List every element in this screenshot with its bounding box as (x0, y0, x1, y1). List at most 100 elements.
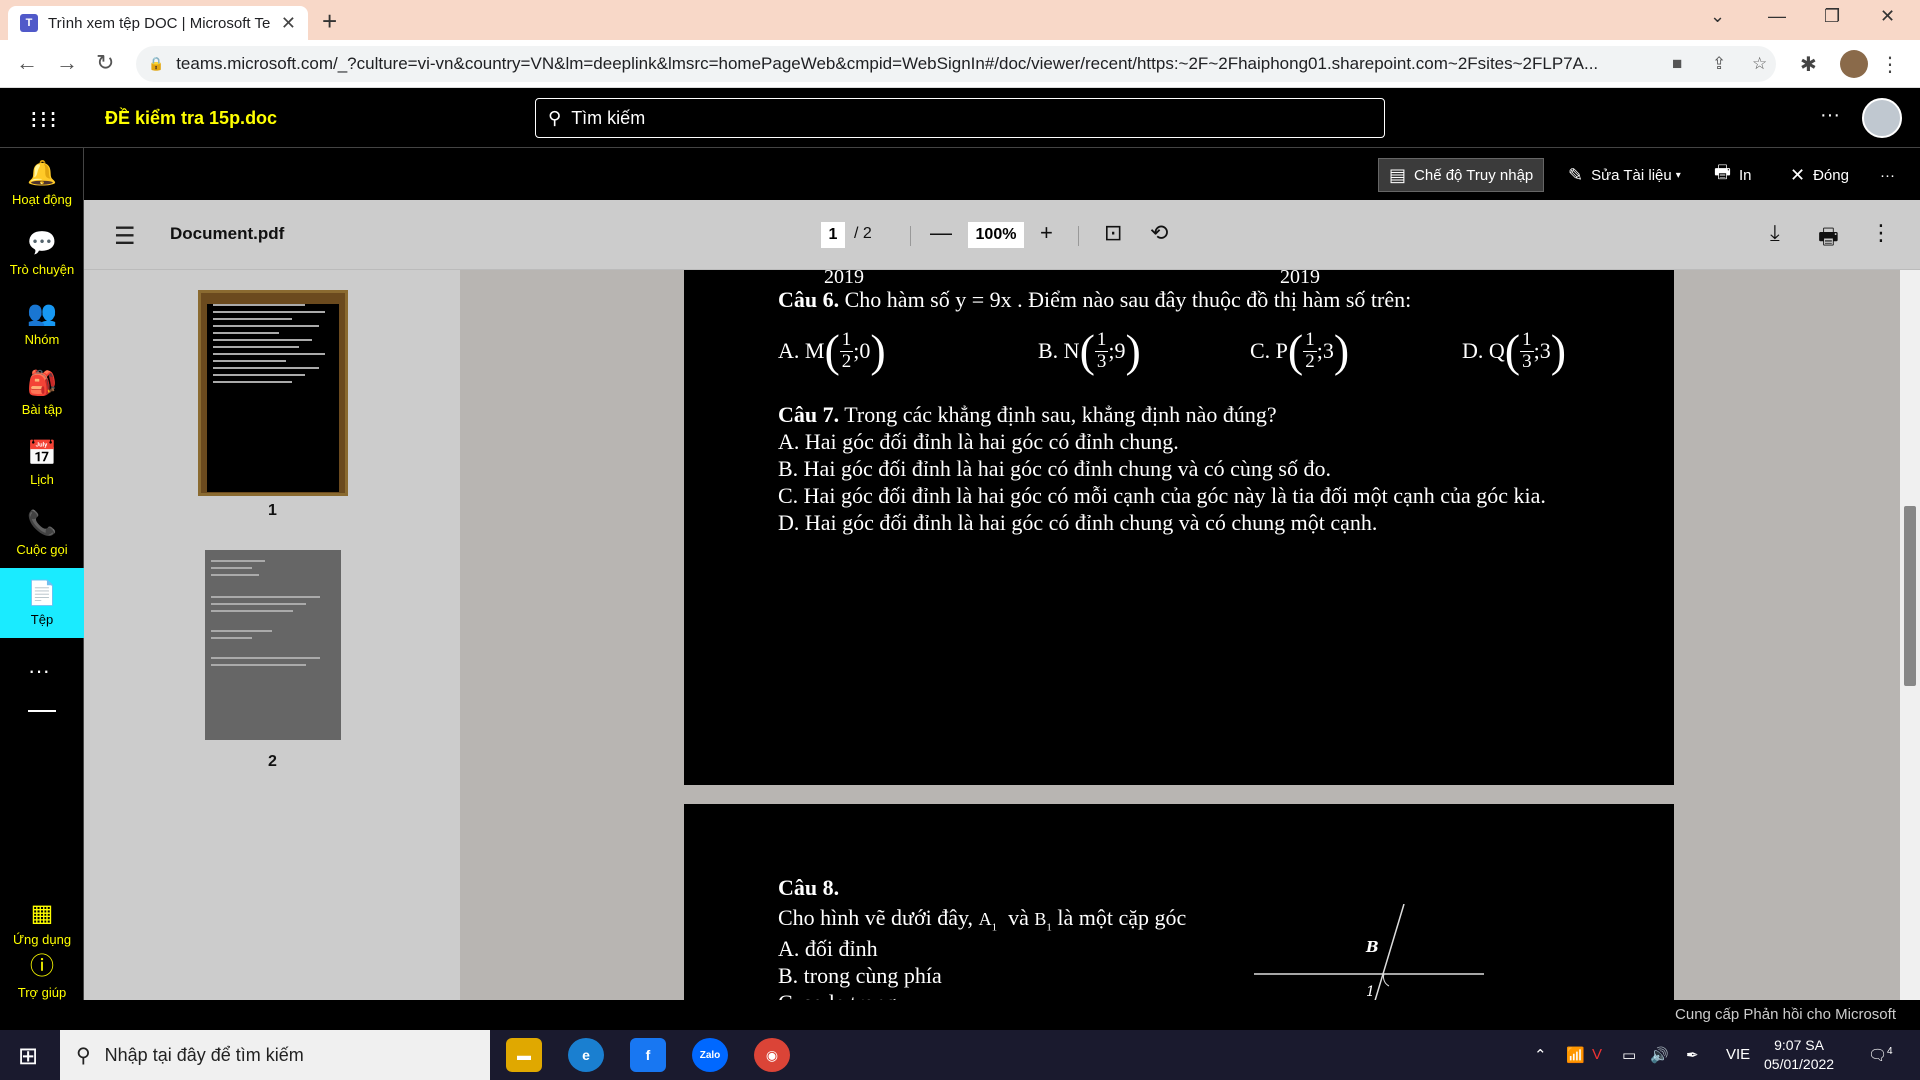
zoom-out-button[interactable]: — (930, 220, 952, 246)
document-command-bar: ▤ Chế độ Truy nhập ✎ Sửa Tài liệu ▾ 🖶 In… (84, 148, 1920, 200)
help-icon: ⓘ (30, 953, 54, 980)
rail-label: Ứng dụng (12, 932, 72, 947)
rail-item-files[interactable]: 📄 Tệp (0, 568, 84, 638)
chrome-icon[interactable]: ◉ (754, 1038, 790, 1072)
feedback-link[interactable]: Cung cấp Phản hồi cho Microsoft (84, 1000, 1920, 1030)
zalo-icon[interactable]: Zalo (692, 1038, 728, 1072)
browser-profile-avatar[interactable] (1840, 50, 1868, 78)
document-mode-icon: ▤ (1389, 164, 1407, 185)
more-options-icon[interactable]: ··· (1820, 104, 1840, 127)
edge-icon[interactable]: e (568, 1038, 604, 1072)
more-commands-icon[interactable]: ··· (1870, 158, 1905, 192)
rail-label: Trò chuyện (9, 262, 75, 277)
page-number-input[interactable]: 1 (821, 222, 845, 248)
zoom-in-button[interactable]: + (1040, 220, 1053, 246)
pdf-print-icon[interactable]: 🖶 (1818, 220, 1839, 258)
tray-up-arrow-icon[interactable]: ⌃ (1534, 1046, 1547, 1064)
browser-tab[interactable]: T Trình xem tệp DOC | Microsoft Te ✕ (8, 6, 308, 40)
tab-search-icon[interactable]: ⌄ (1710, 6, 1725, 27)
network-icon[interactable]: 📶 (1566, 1046, 1585, 1064)
address-bar-row: ← → ↻ 🔒 teams.microsoft.com/_?culture=vi… (0, 40, 1920, 88)
notification-icon[interactable]: 🗨4 (1868, 1046, 1893, 1064)
camera-icon[interactable]: ■ (1672, 54, 1682, 74)
scrollbar-thumb[interactable] (1904, 506, 1916, 686)
bookmark-star-icon[interactable]: ☆ (1752, 54, 1767, 74)
forward-button[interactable]: → (56, 50, 78, 76)
zoom-level-input[interactable]: 100% (968, 222, 1024, 248)
file-explorer-icon[interactable]: ▬ (506, 1038, 542, 1072)
rotate-icon[interactable]: ⟲ (1150, 220, 1168, 246)
extensions-icon[interactable]: ✱ (1800, 52, 1817, 77)
vietkey-icon[interactable]: V (1592, 1046, 1602, 1063)
close-document-button[interactable]: ✕ Đóng (1780, 158, 1859, 192)
fit-page-icon[interactable]: ⊡ (1104, 220, 1122, 246)
access-mode-button[interactable]: ▤ Chế độ Truy nhập (1378, 158, 1545, 192)
browser-tab-strip: T Trình xem tệp DOC | Microsoft Te ✕ + ⌄… (0, 0, 1920, 40)
vertical-scrollbar[interactable] (1900, 270, 1920, 1000)
minimize-button[interactable]: — (1768, 6, 1786, 27)
taskbar-search-input[interactable]: ⚲ Nhập tại đây để tìm kiếm (60, 1030, 490, 1080)
angle-subscript: 1 (1046, 921, 1052, 934)
share-icon[interactable]: ⇪ (1712, 54, 1726, 74)
q7-option: B. Hai góc đối đỉnh là hai góc có đỉnh c… (778, 456, 1331, 481)
close-window-button[interactable]: ✕ (1880, 6, 1895, 27)
thumbnail-number: 2 (268, 753, 277, 770)
rail-item-teams[interactable]: 👥 Nhóm (0, 288, 84, 358)
print-button[interactable]: 🖶 In (1704, 158, 1762, 192)
tab-close-icon[interactable]: ✕ (281, 13, 296, 34)
pen-icon[interactable]: ✒ (1686, 1046, 1699, 1064)
page-total: / 2 (854, 225, 872, 242)
tab-title: Trình xem tệp DOC | Microsoft Te (48, 14, 271, 32)
rail-item-chat[interactable]: 💬 Trò chuyện (0, 218, 84, 288)
rail-item-calls[interactable]: 📞 Cuộc gọi (0, 498, 84, 568)
apps-icon: ▦ (30, 900, 54, 927)
question-text: Trong các khẳng định sau, khẳng định nào… (844, 402, 1277, 427)
page-thumbnail-2[interactable] (205, 550, 341, 740)
new-tab-button[interactable]: + (322, 6, 337, 37)
option-rest: ;0 (853, 338, 871, 363)
url-field[interactable]: 🔒 teams.microsoft.com/_?culture=vi-vn&co… (136, 46, 1776, 82)
chat-icon: 💬 (27, 230, 57, 257)
q6-option-d: D. Q(1 3 ;3) (1462, 325, 1567, 376)
fraction-numerator: 1 (1303, 328, 1317, 352)
pdf-toolbar: ☰ Document.pdf 1 / 2 — 100% + ⊡ ⟲ ⤓ 🖶 ⋮ (84, 200, 1920, 270)
battery-icon[interactable]: ▭ (1622, 1046, 1636, 1064)
rail-item-assignments[interactable]: 🎒 Bài tập (0, 358, 84, 428)
clock[interactable]: 9:07 SA 05/01/2022 (1764, 1036, 1834, 1074)
search-input[interactable]: ⚲ Tìm kiếm (535, 98, 1385, 138)
back-button[interactable]: ← (16, 50, 38, 76)
rail-label: Bài tập (21, 402, 63, 417)
user-avatar[interactable] (1862, 98, 1902, 138)
chrome-menu-icon[interactable]: ⋮ (1880, 52, 1900, 77)
facebook-icon[interactable]: f (630, 1038, 666, 1072)
file-icon: 📄 (27, 580, 57, 607)
speaker-icon[interactable]: 🔊 (1650, 1046, 1669, 1064)
total-pages-value: 2 (862, 225, 872, 242)
hamburger-menu-icon[interactable]: ☰ (114, 222, 136, 251)
fraction-denominator: 3 (1096, 350, 1107, 372)
thumbnail-panel: 1 2 (84, 270, 460, 1000)
download-icon[interactable]: ⤓ (1770, 220, 1780, 246)
notification-count: 4 (1887, 1046, 1893, 1057)
toolbar-divider (910, 226, 911, 246)
teams-logo-icon: T (20, 14, 38, 32)
rail-label: Lịch (30, 472, 54, 487)
app-launcher-icon[interactable]: ⁝⁝⁝ (30, 106, 59, 135)
windows-start-icon[interactable]: ⊞ (18, 1042, 38, 1071)
maximize-button[interactable]: ❐ (1824, 6, 1840, 27)
edit-document-button[interactable]: ✎ Sửa Tài liệu ▾ (1558, 158, 1691, 192)
fraction-denominator: 2 (1305, 350, 1315, 372)
pdf-more-icon[interactable]: ⋮ (1870, 220, 1892, 246)
edit-label: Sửa Tài liệu (1591, 166, 1672, 184)
rail-item-help[interactable]: ⓘ Trợ giúp (0, 948, 84, 1000)
reload-button[interactable]: ↻ (96, 50, 114, 76)
close-icon: ✕ (1790, 164, 1806, 185)
angle-subscript: 1 (991, 921, 998, 934)
calendar-icon: 📅 (27, 440, 57, 467)
rail-item-activity[interactable]: 🔔 Hoạt động (0, 148, 84, 218)
rail-more-icon[interactable]: ··· (28, 658, 50, 684)
document-viewport[interactable]: 2019 2019 Câu 6. Cho hàm số y = 9x . Điể… (460, 270, 1900, 1000)
rail-item-calendar[interactable]: 📅 Lịch (0, 428, 84, 498)
input-language[interactable]: VIE (1726, 1046, 1750, 1063)
page-thumbnail-1[interactable] (198, 290, 348, 496)
